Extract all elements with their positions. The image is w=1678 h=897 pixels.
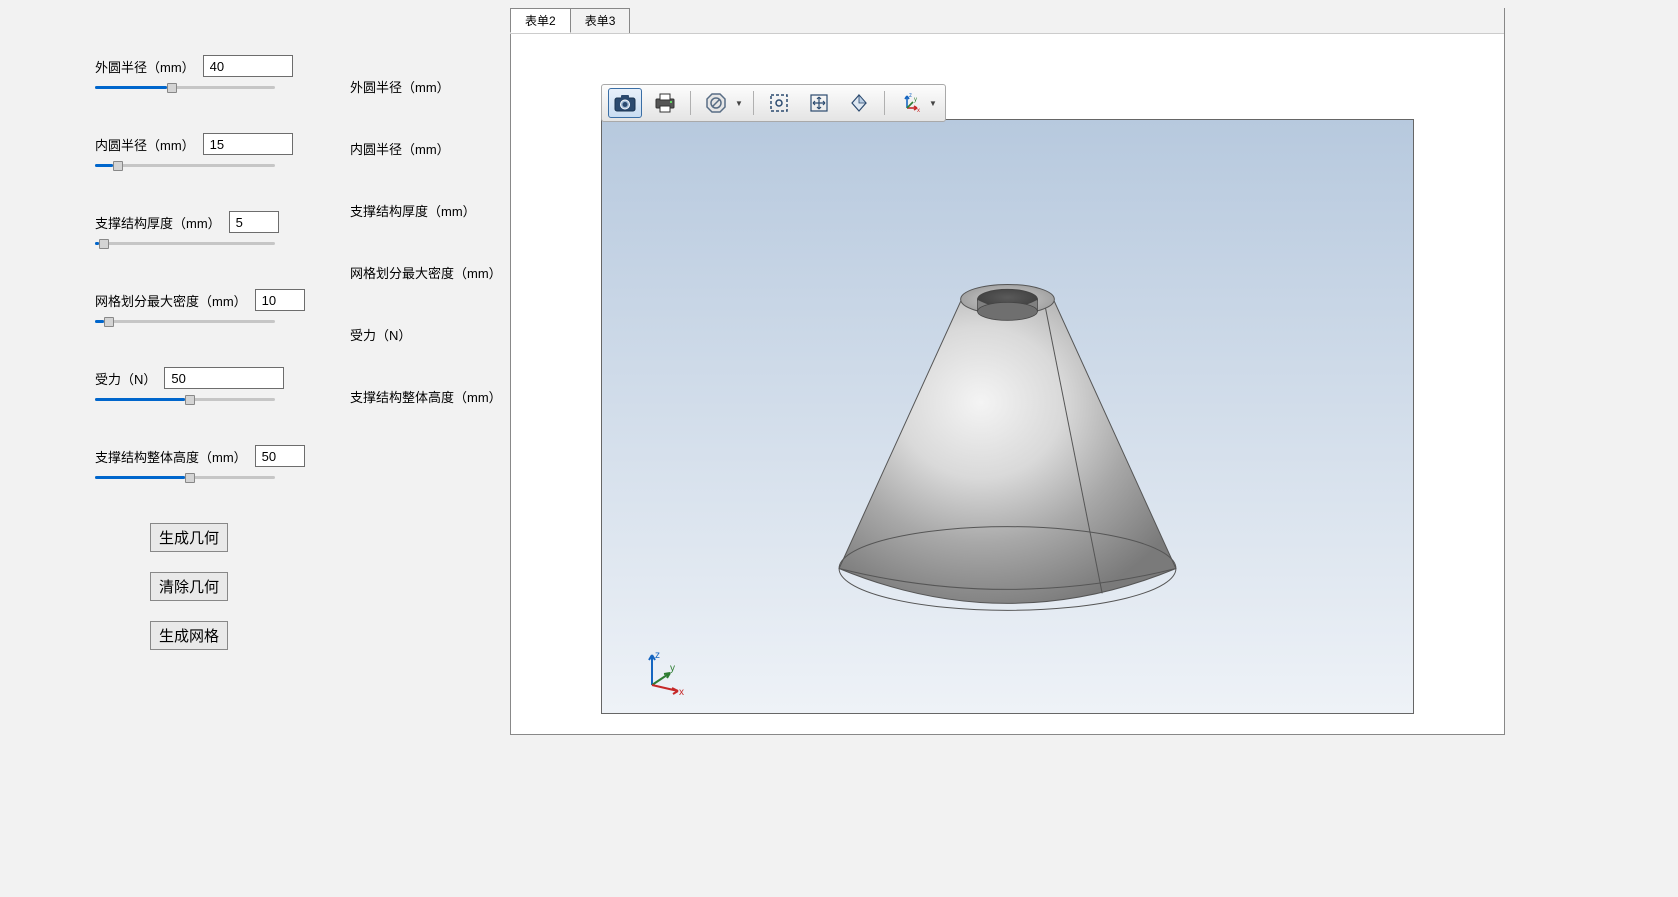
force-slider[interactable] [95, 393, 275, 407]
axis-widget: z y x [640, 647, 690, 697]
tabs-header: 表单2 表单3 [510, 8, 1504, 34]
force-label: 受力（N） [95, 369, 156, 388]
disable-group: ▼ [699, 88, 745, 118]
pan-button[interactable] [802, 88, 836, 118]
param-inner-radius: 内圆半径（mm） [95, 133, 310, 173]
print-button[interactable] [648, 88, 682, 118]
display-force: 受力（N） [350, 303, 470, 365]
mesh-density-slider[interactable] [95, 315, 275, 329]
support-height-slider[interactable] [95, 471, 275, 485]
mesh-density-label: 网格划分最大密度（mm） [95, 291, 247, 310]
camera-button[interactable] [608, 88, 642, 118]
display-inner-radius: 内圆半径（mm） [350, 117, 470, 179]
disable-dropdown[interactable]: ▼ [733, 88, 745, 118]
disable-icon [706, 93, 726, 113]
display-support-height: 支撑结构整体高度（mm） [350, 365, 470, 427]
display-labels-column: 外圆半径（mm） 内圆半径（mm） 支撑结构厚度（mm） 网格划分最大密度（mm… [310, 55, 470, 877]
inner-radius-slider[interactable] [95, 159, 275, 173]
svg-text:x: x [917, 108, 920, 114]
generate-mesh-button[interactable]: 生成网格 [150, 621, 228, 650]
support-height-label: 支撑结构整体高度（mm） [95, 447, 247, 466]
param-outer-radius: 外圆半径（mm） [95, 55, 310, 95]
tab-form3[interactable]: 表单3 [570, 8, 631, 33]
inner-radius-label: 内圆半径（mm） [95, 135, 195, 154]
3d-viewport[interactable]: z y x [601, 119, 1414, 714]
tab-content: ▼ [511, 34, 1504, 734]
z-axis-label: z [655, 650, 660, 661]
svg-text:y: y [914, 97, 917, 103]
y-axis-label: y [670, 663, 675, 674]
display-outer-radius: 外圆半径（mm） [350, 55, 470, 117]
svg-text:z: z [909, 93, 912, 99]
rotate-button[interactable] [842, 88, 876, 118]
axes-group: z y x ▼ [893, 88, 939, 118]
display-mesh-density: 网格划分最大密度（mm） [350, 241, 470, 303]
toolbar-separator [690, 91, 691, 115]
select-box-icon [769, 93, 789, 113]
toolbar-separator [884, 91, 885, 115]
left-panel: 外圆半径（mm） 内圆半径（mm） [0, 0, 510, 897]
param-force: 受力（N） [95, 367, 310, 407]
outer-radius-label: 外圆半径（mm） [95, 57, 195, 76]
x-axis-label: x [679, 687, 684, 697]
axes-button[interactable]: z y x [893, 88, 927, 118]
mesh-density-input[interactable] [255, 289, 305, 311]
camera-icon [614, 94, 636, 112]
clear-geometry-button[interactable]: 清除几何 [150, 572, 228, 601]
cone-model [602, 120, 1413, 713]
param-mesh-density: 网格划分最大密度（mm） [95, 289, 310, 329]
right-panel: 表单2 表单3 [510, 0, 1678, 897]
rotate-icon [848, 92, 870, 114]
pan-icon [808, 92, 830, 114]
outer-radius-slider[interactable] [95, 81, 275, 95]
support-height-input[interactable] [255, 445, 305, 467]
support-thickness-input[interactable] [229, 211, 279, 233]
axes-icon: z y x [899, 92, 921, 114]
toolbar-separator [753, 91, 754, 115]
display-support-thickness: 支撑结构厚度（mm） [350, 179, 470, 241]
support-thickness-slider[interactable] [95, 237, 275, 251]
support-thickness-label: 支撑结构厚度（mm） [95, 213, 221, 232]
param-support-height: 支撑结构整体高度（mm） [95, 445, 310, 485]
inner-radius-input[interactable] [203, 133, 293, 155]
axes-dropdown[interactable]: ▼ [927, 88, 939, 118]
buttons-area: 生成几何 清除几何 生成网格 [95, 523, 310, 650]
inputs-column: 外圆半径（mm） 内圆半径（mm） [95, 55, 310, 877]
param-support-thickness: 支撑结构厚度（mm） [95, 211, 310, 251]
generate-geometry-button[interactable]: 生成几何 [150, 523, 228, 552]
force-input[interactable] [164, 367, 284, 389]
main-layout: 外圆半径（mm） 内圆半径（mm） [0, 0, 1678, 897]
outer-radius-input[interactable] [203, 55, 293, 77]
print-icon [654, 93, 676, 113]
tab-form2[interactable]: 表单2 [510, 8, 571, 33]
disable-button[interactable] [699, 88, 733, 118]
viewport-toolbar: ▼ [601, 84, 946, 122]
tabs-container: 表单2 表单3 [510, 8, 1505, 735]
select-box-button[interactable] [762, 88, 796, 118]
